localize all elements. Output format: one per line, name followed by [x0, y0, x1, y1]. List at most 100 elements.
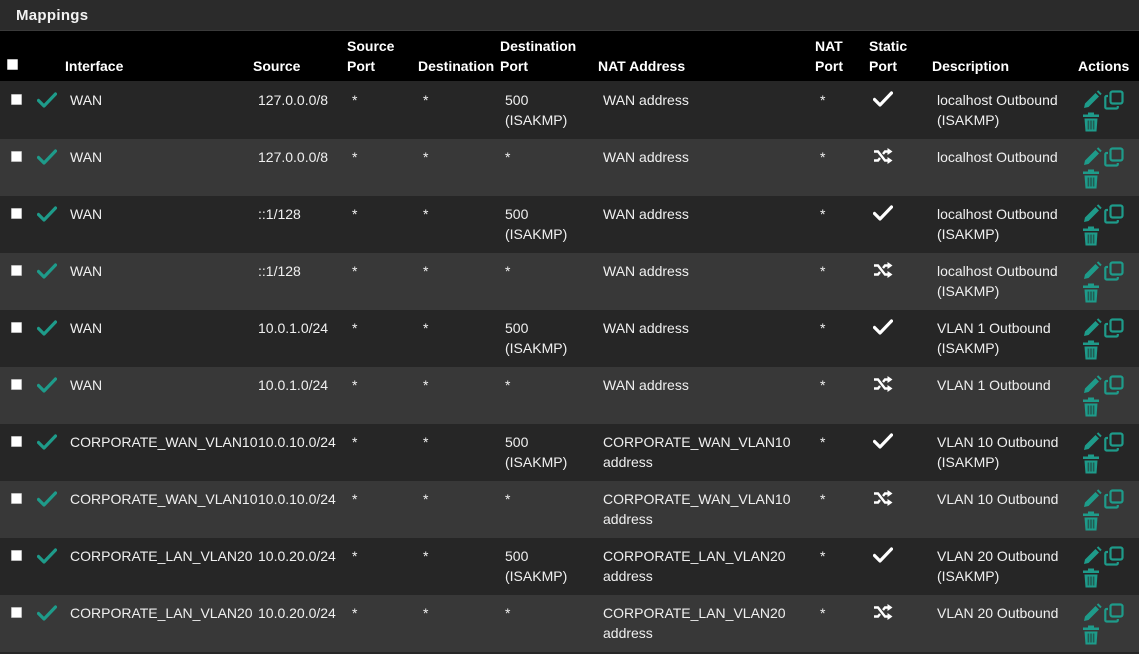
header-nat-address[interactable]: NAT Address [598, 56, 685, 76]
table-row[interactable]: CORPORATE_WAN_VLAN10 10.0.10.0/24 * * * CORPO… [0, 481, 1139, 538]
table-row[interactable]: WAN 10.0.1.0/24 * * * WAN address * VLAN 1 Outb… [0, 367, 1139, 424]
rule-enabled-icon[interactable] [36, 320, 58, 341]
table-row[interactable]: WAN::1/128 * * * WAN address * localhost Outbo… [0, 253, 1139, 310]
header-static-port-line1[interactable]: Static [869, 36, 907, 56]
shuffle-icon [873, 376, 893, 397]
cell-nat-address-line1: WAN address [603, 92, 689, 108]
table-row[interactable]: WAN 127.0.0.0/8 * * 500 (ISAKMP) WAN address * l… [0, 82, 1139, 139]
header-destination-port-line2[interactable]: Port [500, 56, 528, 76]
cell-source-port: * [352, 263, 358, 279]
cell-interface: CORPORATE_WAN_VLAN10 [70, 434, 258, 450]
cell-nat-address-line2: address [603, 625, 653, 641]
row-checkbox[interactable] [11, 322, 22, 333]
copy-icon[interactable] [1104, 147, 1124, 172]
cell-interface: WAN [70, 263, 103, 279]
cell-nat-port: * [820, 491, 826, 507]
cell-source: 127.0.0.0/8 [258, 92, 329, 108]
cell-interface: CORPORATE_LAN_VLAN20 [70, 548, 253, 564]
row-checkbox[interactable] [11, 550, 22, 561]
shuffle-icon [873, 148, 893, 169]
cell-source: 127.0.0.0/8 [258, 149, 329, 165]
rule-enabled-icon[interactable] [36, 149, 58, 170]
check-icon [872, 91, 894, 112]
table-row[interactable]: CORPORATE_LAN_VLAN20 10.0.20.0/24 * * * CORPO… [0, 595, 1139, 652]
row-checkbox[interactable] [11, 436, 22, 447]
cell-source: 10.0.20.0/24 [258, 548, 336, 564]
trash-icon[interactable] [1082, 397, 1100, 422]
cell-destination-port-line1: 500 [505, 434, 529, 450]
table-header: Interface Source Source Port Destination… [0, 31, 1139, 81]
rule-enabled-icon[interactable] [36, 377, 58, 398]
cell-nat-address-line1: WAN address [603, 320, 689, 336]
cell-description-line1: VLAN 10 Outbound [937, 491, 1059, 507]
rule-enabled-icon[interactable] [36, 605, 58, 626]
trash-icon[interactable] [1082, 568, 1100, 593]
table-row[interactable]: WAN 10.0.1.0/24 * * 500 (ISAKMP) WAN address * V… [0, 310, 1139, 367]
row-checkbox[interactable] [11, 493, 22, 504]
header-destination-port-line1[interactable]: Destination [500, 36, 576, 56]
table-row[interactable]: CORPORATE_LAN_VLAN20 10.0.20.0/24 * * 500 (IS… [0, 538, 1139, 595]
trash-icon[interactable] [1082, 340, 1100, 365]
rule-enabled-icon[interactable] [36, 491, 58, 512]
cell-interface: CORPORATE_WAN_VLAN10 [70, 491, 258, 507]
trash-icon[interactable] [1082, 625, 1100, 650]
copy-icon[interactable] [1104, 204, 1124, 229]
cell-interface: CORPORATE_LAN_VLAN20 [70, 605, 253, 621]
header-nat-port-line2[interactable]: Port [815, 56, 843, 76]
header-source-port-line1[interactable]: Source [347, 36, 394, 56]
trash-icon[interactable] [1082, 169, 1100, 194]
trash-icon[interactable] [1082, 226, 1100, 251]
copy-icon[interactable] [1104, 489, 1124, 514]
table-row[interactable]: CORPORATE_WAN_VLAN10 10.0.10.0/24 * * 500 (IS… [0, 424, 1139, 481]
row-checkbox[interactable] [11, 94, 22, 105]
row-checkbox[interactable] [11, 208, 22, 219]
header-nat-port-line1[interactable]: NAT [815, 36, 843, 56]
cell-description-line1: VLAN 20 Outbound [937, 548, 1059, 564]
copy-icon[interactable] [1104, 90, 1124, 115]
table-row[interactable]: WAN::1/128 * * 500 (ISAKMP) WAN address * local… [0, 196, 1139, 253]
cell-source-port: * [352, 320, 358, 336]
cell-nat-port: * [820, 149, 826, 165]
trash-icon[interactable] [1082, 112, 1100, 137]
copy-icon[interactable] [1104, 546, 1124, 571]
trash-icon[interactable] [1082, 454, 1100, 479]
trash-icon[interactable] [1082, 511, 1100, 536]
cell-destination: * [423, 206, 429, 222]
rule-enabled-icon[interactable] [36, 263, 58, 284]
select-all-checkbox[interactable] [7, 59, 18, 70]
rule-enabled-icon[interactable] [36, 206, 58, 227]
cell-nat-port: * [820, 548, 826, 564]
rule-enabled-icon[interactable] [36, 548, 58, 569]
cell-nat-port: * [820, 605, 826, 621]
copy-icon[interactable] [1104, 261, 1124, 286]
copy-icon[interactable] [1104, 375, 1124, 400]
rule-enabled-icon[interactable] [36, 92, 58, 113]
cell-destination-port-line2: (ISAKMP) [505, 340, 568, 356]
rule-enabled-icon[interactable] [36, 434, 58, 455]
header-source-port-line2[interactable]: Port [347, 56, 375, 76]
row-checkbox[interactable] [11, 151, 22, 162]
cell-description-line1: localhost Outbound [937, 206, 1058, 222]
row-checkbox[interactable] [11, 379, 22, 390]
header-description[interactable]: Description [932, 56, 1009, 76]
cell-description-line1: localhost Outbound [937, 92, 1058, 108]
table-row[interactable]: WAN 127.0.0.0/8 * * * WAN address * localhost O… [0, 139, 1139, 196]
copy-icon[interactable] [1104, 432, 1124, 457]
row-checkbox[interactable] [11, 607, 22, 618]
cell-interface: WAN [70, 92, 103, 108]
header-interface[interactable]: Interface [65, 56, 123, 76]
header-static-port-line2[interactable]: Port [869, 56, 897, 76]
cell-description-line2: (ISAKMP) [937, 568, 1000, 584]
copy-icon[interactable] [1104, 318, 1124, 343]
cell-nat-address-line1: CORPORATE_LAN_VLAN20 [603, 548, 786, 564]
shuffle-icon [873, 262, 893, 283]
cell-destination: * [423, 263, 429, 279]
copy-icon[interactable] [1104, 603, 1124, 628]
row-checkbox[interactable] [11, 265, 22, 276]
header-source[interactable]: Source [253, 56, 300, 76]
trash-icon[interactable] [1082, 283, 1100, 308]
cell-destination-port-line1: * [505, 605, 511, 621]
header-destination[interactable]: Destination [418, 56, 494, 76]
header-actions: Actions [1078, 58, 1130, 74]
cell-nat-address-line2: address [603, 568, 653, 584]
